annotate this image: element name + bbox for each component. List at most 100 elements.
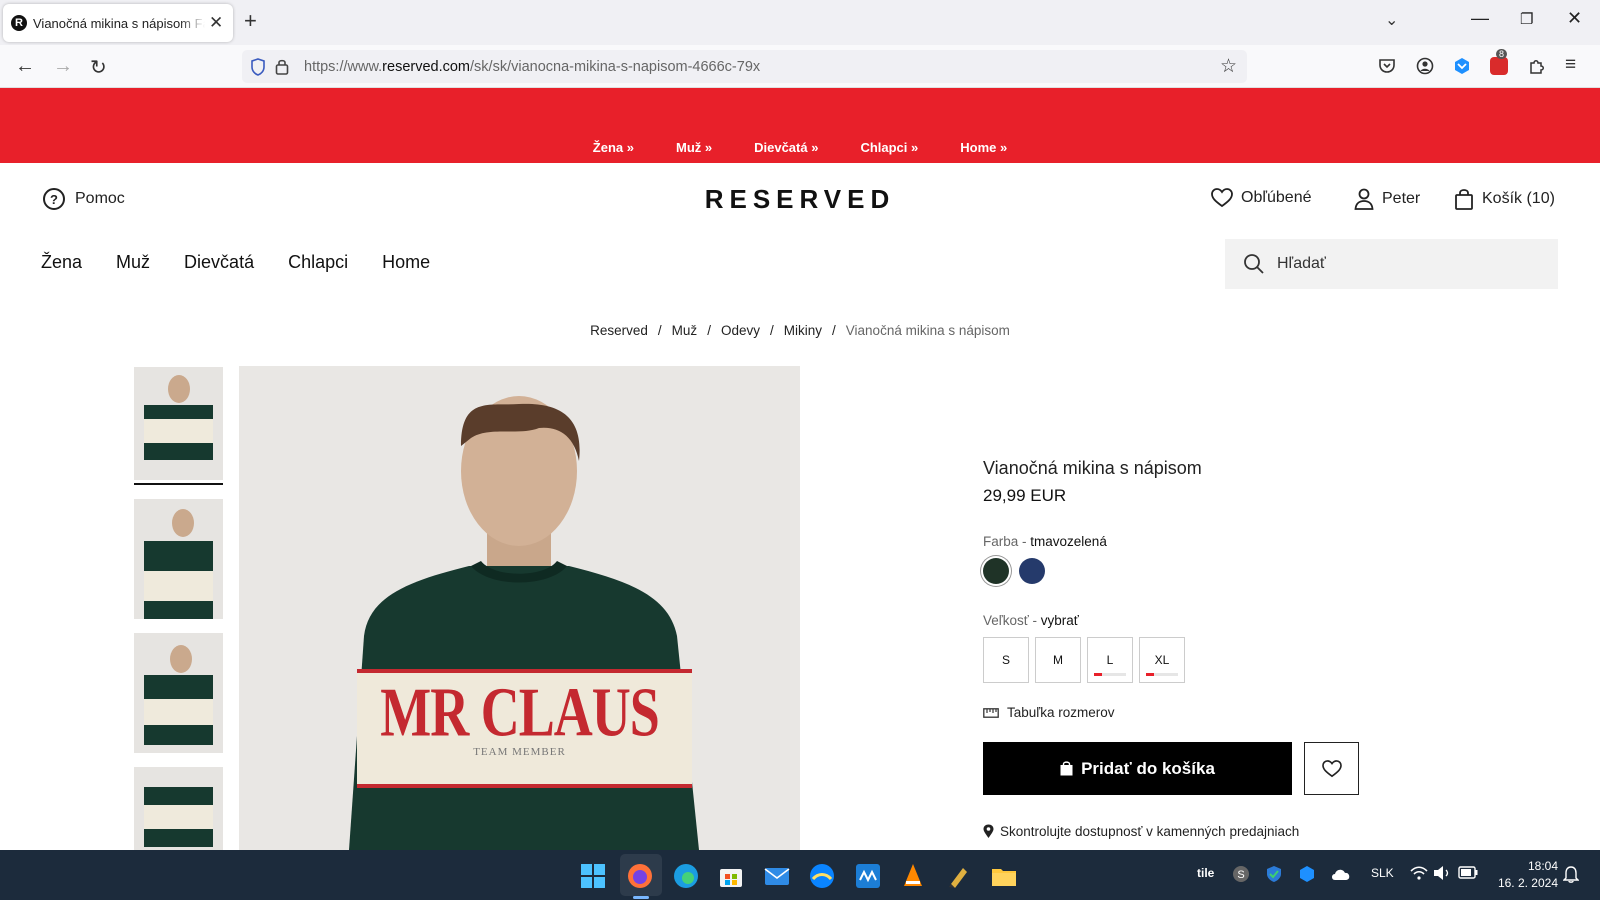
model-illustration: [349, 396, 699, 850]
size-chart-link[interactable]: Tabuľka rozmerov: [983, 705, 1114, 720]
close-window-icon[interactable]: ✕: [1567, 8, 1582, 29]
heart-icon: [1321, 759, 1342, 777]
reload-icon[interactable]: ↻: [90, 55, 107, 80]
list-all-tabs-chevron-icon[interactable]: ⌄: [1385, 10, 1398, 30]
size-chart-label: Tabuľka rozmerov: [1007, 705, 1115, 720]
site-favicon-icon: R: [11, 15, 27, 31]
nav-item-chlapci[interactable]: Chlapci: [288, 252, 348, 273]
edge-icon[interactable]: [673, 863, 699, 889]
promo-link-chlapci[interactable]: Chlapci »: [860, 140, 918, 155]
battery-icon[interactable]: [1458, 866, 1478, 879]
promo-link-zena[interactable]: Žena »: [593, 140, 634, 155]
user-name: Peter: [1382, 190, 1421, 207]
microsoft-store-icon[interactable]: [718, 863, 744, 889]
product-name: Vianočná mikina s nápisom: [983, 458, 1202, 478]
security-shield-tray-icon[interactable]: [1265, 865, 1283, 883]
new-tab-plus-icon[interactable]: +: [244, 8, 257, 34]
color-label: Farba - tmavozelená: [983, 534, 1107, 549]
close-tab-icon[interactable]: ✕: [209, 13, 223, 33]
clock-date: 16. 2. 2024: [1497, 876, 1558, 890]
store-availability-link[interactable]: Skontrolujte dostupnosť v kamenných pred…: [983, 824, 1299, 839]
search-icon: [1244, 254, 1264, 274]
thumbnail-1[interactable]: [134, 367, 223, 480]
promo-link-dievcata[interactable]: Dievčatá »: [754, 140, 818, 155]
add-to-favorites-button[interactable]: [1304, 742, 1359, 795]
volume-icon[interactable]: [1433, 865, 1451, 881]
shopping-bag-icon: [1455, 189, 1473, 210]
lock-icon[interactable]: [275, 58, 289, 75]
sweater-print-text: MR CLAUS: [380, 673, 660, 751]
firefox-icon[interactable]: [627, 863, 653, 889]
size-option-xl[interactable]: XL: [1139, 637, 1185, 683]
pocket-icon[interactable]: [1378, 57, 1396, 75]
thumbnail-2[interactable]: [134, 499, 223, 619]
system-clock[interactable]: 18:04 16. 2. 2024: [1490, 858, 1558, 892]
browser-tab-active[interactable]: R Vianočná mikina s nápisom Farba ✕: [3, 4, 233, 42]
search-input[interactable]: Hľadať: [1225, 239, 1558, 289]
breadcrumb-odevy[interactable]: Odevy: [721, 323, 760, 338]
selected-size: vybrať: [1040, 613, 1079, 628]
tracking-shield-icon[interactable]: [250, 58, 266, 76]
bookmark-star-icon[interactable]: ☆: [1220, 55, 1237, 78]
notification-bell-icon[interactable]: [1563, 865, 1579, 883]
nav-item-dievcata[interactable]: Dievčatá: [184, 252, 254, 273]
thunderbird-icon[interactable]: [809, 863, 835, 889]
minimize-window-icon[interactable]: —: [1471, 8, 1489, 29]
vpn-extension-icon[interactable]: [1453, 57, 1471, 75]
address-bar[interactable]: https://www.reserved.com/sk/sk/vianocna-…: [242, 50, 1247, 83]
user-account-link[interactable]: Peter: [1354, 188, 1420, 210]
skype-tray-icon[interactable]: S: [1232, 865, 1250, 883]
url-text: https://www.reserved.com/sk/sk/vianocna-…: [304, 59, 761, 75]
breadcrumb-current: Vianočná mikina s nápisom: [845, 323, 1010, 338]
product-main-image[interactable]: MR CLAUS TEAM MEMBER: [239, 366, 800, 850]
onedrive-cloud-icon[interactable]: [1331, 867, 1351, 881]
low-stock-indicator: [1094, 673, 1126, 676]
size-option-l[interactable]: L: [1087, 637, 1133, 683]
nav-item-muz[interactable]: Muž: [116, 252, 150, 273]
add-to-cart-button[interactable]: Pridať do košíka: [983, 742, 1292, 795]
selected-color: tmavozelená: [1030, 534, 1107, 549]
breadcrumb-mikiny[interactable]: Mikiny: [784, 323, 822, 338]
mail-icon[interactable]: [764, 863, 790, 889]
favorites-label: Obľúbené: [1241, 189, 1312, 206]
pen-tool-icon[interactable]: [946, 863, 972, 889]
account-circle-icon[interactable]: [1416, 57, 1434, 75]
file-explorer-icon[interactable]: [991, 863, 1017, 889]
color-swatch-dark-green[interactable]: [983, 558, 1009, 584]
promo-link-muz[interactable]: Muž »: [676, 140, 712, 155]
size-option-m[interactable]: M: [1035, 637, 1081, 683]
back-arrow-icon[interactable]: ←: [15, 55, 35, 78]
breadcrumb-muz[interactable]: Muž: [672, 323, 698, 338]
adblock-extension-icon[interactable]: 8: [1490, 49, 1508, 75]
thumbnail-4[interactable]: [134, 767, 223, 850]
language-indicator[interactable]: SLK: [1371, 866, 1394, 880]
nav-item-home[interactable]: Home: [382, 252, 430, 273]
breadcrumb-reserved[interactable]: Reserved: [590, 323, 648, 338]
windows-start-icon[interactable]: [580, 863, 606, 889]
promo-link-home[interactable]: Home »: [960, 140, 1007, 155]
nav-item-zena[interactable]: Žena: [41, 252, 82, 273]
cart-link[interactable]: Košík (10): [1454, 188, 1555, 210]
breadcrumb: Reserved / Muž / Odevy / Mikiny / Vianočná mikin…: [590, 323, 1010, 338]
add-to-cart-label: Pridať do košíka: [1081, 758, 1215, 778]
tab-title: Vianočná mikina s nápisom Farba: [33, 15, 205, 31]
vlc-icon[interactable]: [900, 863, 926, 889]
vpn-tray-icon[interactable]: [1298, 865, 1316, 883]
bag-icon: [1060, 761, 1073, 776]
thumbnail-3[interactable]: [134, 633, 223, 753]
size-option-s[interactable]: S: [983, 637, 1029, 683]
color-swatch-navy[interactable]: [1019, 558, 1045, 584]
forward-arrow-icon[interactable]: →: [53, 55, 73, 78]
ruler-icon: [983, 707, 999, 718]
sweater-print-subtext: TEAM MEMBER: [473, 746, 566, 758]
heart-icon: [1211, 188, 1233, 208]
app-menu-hamburger-icon[interactable]: ≡: [1565, 54, 1576, 76]
wifi-icon[interactable]: [1410, 865, 1428, 881]
app-icon-blue[interactable]: [855, 863, 881, 889]
extensions-puzzle-icon[interactable]: [1528, 57, 1546, 75]
favorites-link[interactable]: Obľúbené: [1211, 188, 1312, 208]
tray-app-label[interactable]: tile: [1197, 866, 1214, 880]
clock-time: 18:04: [1527, 859, 1558, 873]
restore-window-icon[interactable]: ❐: [1520, 10, 1533, 28]
windows-taskbar: tile S SLK 18:04 16. 2. 2024: [0, 850, 1600, 900]
